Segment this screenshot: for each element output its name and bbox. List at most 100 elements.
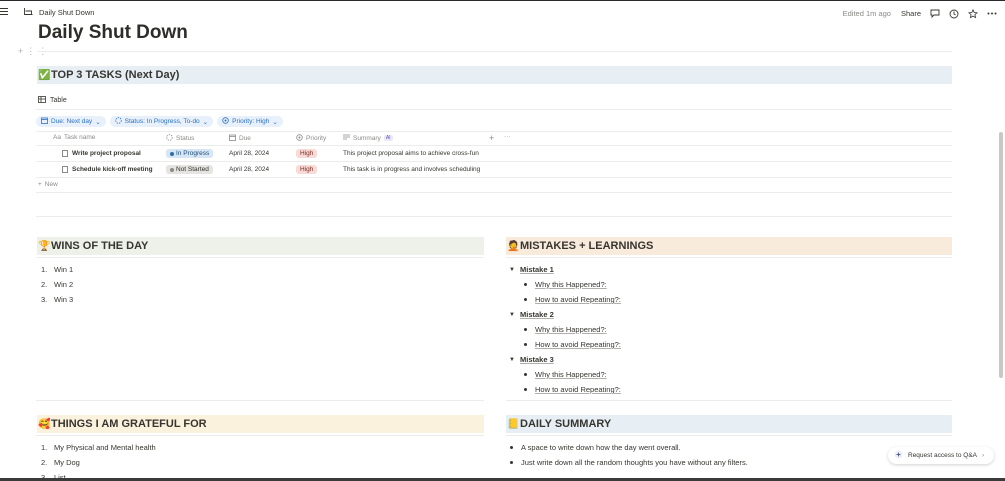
priority-cell[interactable]: High	[296, 165, 318, 174]
star-icon[interactable]	[967, 8, 978, 19]
toggle-mistake-2[interactable]: ▼ Mistake 2	[509, 307, 621, 322]
status-badge: Not Started	[166, 165, 213, 174]
divider	[36, 161, 952, 162]
chevron-down-icon: ⌄	[95, 118, 101, 126]
divider	[36, 177, 952, 178]
page-title[interactable]: Daily Shut Down	[38, 22, 188, 44]
wins-heading-text: WINS OF THE DAY	[51, 240, 149, 252]
column-status-label: Status	[176, 135, 195, 142]
status-badge: In Progress	[166, 149, 214, 158]
table-row[interactable]: Schedule kick-off meeting	[62, 166, 153, 173]
column-header-status[interactable]: Status	[166, 134, 194, 143]
filter-bar: Due: Next day ⌄ Status: In Progress, To-…	[36, 116, 283, 127]
divider	[36, 400, 484, 401]
more-icon[interactable]	[986, 8, 997, 19]
column-header-summary[interactable]: Summary AI	[343, 134, 393, 142]
filter-priority[interactable]: Priority: High ⌄	[217, 116, 283, 127]
table-row[interactable]: Write project proposal	[62, 150, 141, 157]
filter-status[interactable]: Status: In Progress, To-do ⌄	[109, 116, 214, 127]
triangle-down-icon[interactable]: ▼	[509, 357, 520, 363]
status-cell[interactable]: In Progress	[166, 149, 214, 158]
summary-heading[interactable]: 📒 DAILY SUMMARY	[506, 415, 952, 433]
add-column-icon[interactable]: +	[489, 133, 494, 143]
list-item[interactable]: Why this Happened?:	[524, 277, 621, 292]
due-cell[interactable]: April 28, 2024	[229, 166, 269, 173]
request-access-button[interactable]: Request access to Q&A ›	[888, 447, 994, 464]
breadcrumb-title[interactable]: Daily Shut Down	[39, 8, 94, 17]
filter-due[interactable]: Due: Next day ⌄	[36, 116, 106, 127]
share-button[interactable]: Share	[901, 9, 921, 18]
menu-icon[interactable]	[0, 8, 10, 17]
list-item-text: Why this Happened?:	[535, 325, 607, 334]
list-item[interactable]: 1. Win 1	[41, 262, 73, 277]
table-view-tab[interactable]: Table	[38, 96, 67, 105]
priority-badge: High	[296, 165, 318, 174]
list-number: 2.	[41, 458, 48, 467]
list-item-text: How to avoid Repeating?:	[535, 385, 621, 394]
list-item[interactable]: A space to write down how the day went o…	[510, 440, 748, 455]
breadcrumb: Daily Shut Down	[0, 8, 94, 17]
list-item[interactable]: How to avoid Repeating?:	[524, 292, 621, 307]
summary-cell[interactable]: This task is in progress and involves sc…	[343, 166, 488, 173]
clock-icon[interactable]	[948, 8, 959, 19]
summary-cell[interactable]: This project proposal aims to achieve cr…	[343, 150, 488, 157]
scrollbar[interactable]	[999, 132, 1003, 378]
smiling-face-icon: 🥰	[38, 418, 51, 430]
list-item-text: Win 3	[54, 295, 74, 304]
status-dot-icon	[170, 167, 174, 172]
list-number: 3.	[41, 295, 48, 304]
grateful-heading[interactable]: 🥰 THINGS I AM GRATEFUL FOR	[37, 415, 484, 433]
bullet-icon	[510, 461, 513, 464]
column-header-due[interactable]: Due	[229, 134, 251, 143]
priority-cell[interactable]: High	[296, 149, 318, 158]
bullet-icon	[524, 283, 527, 286]
page-icon	[62, 166, 68, 173]
divider	[36, 435, 484, 436]
list-item[interactable]: 2. My Dog	[41, 455, 156, 470]
comment-icon[interactable]	[929, 8, 940, 19]
top-tasks-heading[interactable]: ✅ TOP 3 TASKS (Next Day)	[37, 66, 952, 84]
list-item[interactable]: Why this Happened?:	[524, 367, 621, 382]
column-header-task-name[interactable]: Aa Task name	[53, 134, 95, 141]
priority-badge: High	[296, 149, 318, 158]
bullet-icon	[510, 446, 513, 449]
calendar-icon	[41, 117, 48, 126]
toggle-mistake-1[interactable]: ▼ Mistake 1	[509, 262, 621, 277]
toggle-title: Mistake 3	[520, 355, 554, 364]
list-item[interactable]: Just write down all the random thoughts …	[510, 455, 748, 470]
triangle-down-icon[interactable]: ▼	[509, 267, 520, 273]
divider	[506, 400, 952, 401]
list-item[interactable]: How to avoid Repeating?:	[524, 337, 621, 352]
priority-type-icon	[296, 134, 303, 143]
divider	[506, 257, 952, 258]
list-item[interactable]: 1. My Physical and Mental health	[41, 440, 156, 455]
divider	[36, 145, 952, 146]
check-icon: ✅	[38, 69, 51, 81]
wins-heading[interactable]: 🏆 WINS OF THE DAY	[37, 237, 484, 255]
toggle-mistake-3[interactable]: ▼ Mistake 3	[509, 352, 621, 367]
mistakes-heading[interactable]: 🤦 MISTAKES + LEARNINGS	[506, 237, 952, 255]
more-icon[interactable]: ···	[504, 133, 511, 140]
toggle-title: Mistake 1	[520, 265, 554, 274]
status-badge-label: Not Started	[176, 166, 209, 173]
trophy-icon: 🏆	[38, 240, 51, 252]
column-task-name-label: Task name	[63, 134, 96, 141]
status-cell[interactable]: Not Started	[166, 165, 213, 174]
new-row-button[interactable]: + New	[38, 181, 58, 188]
list-item[interactable]: How to avoid Repeating?:	[524, 382, 621, 397]
toggle-title: Mistake 2	[520, 310, 554, 319]
calendar-icon	[229, 134, 236, 143]
list-item[interactable]: Why this Happened?:	[524, 322, 621, 337]
list-item[interactable]: 2. Win 2	[41, 277, 73, 292]
column-header-priority[interactable]: Priority	[296, 134, 326, 143]
new-row-label: New	[44, 181, 58, 188]
due-cell[interactable]: April 28, 2024	[229, 150, 269, 157]
facepalm-icon: 🤦	[507, 240, 520, 252]
mistakes-list: ▼ Mistake 1 Why this Happened?: How to a…	[509, 262, 621, 397]
list-item[interactable]: 3. Win 3	[41, 292, 73, 307]
triangle-down-icon[interactable]: ▼	[509, 312, 520, 318]
top-tasks-heading-text: TOP 3 TASKS (Next Day)	[51, 69, 180, 81]
bullet-icon	[524, 298, 527, 301]
notebook-icon: 📒	[507, 418, 520, 430]
column-due-label: Due	[239, 135, 251, 142]
